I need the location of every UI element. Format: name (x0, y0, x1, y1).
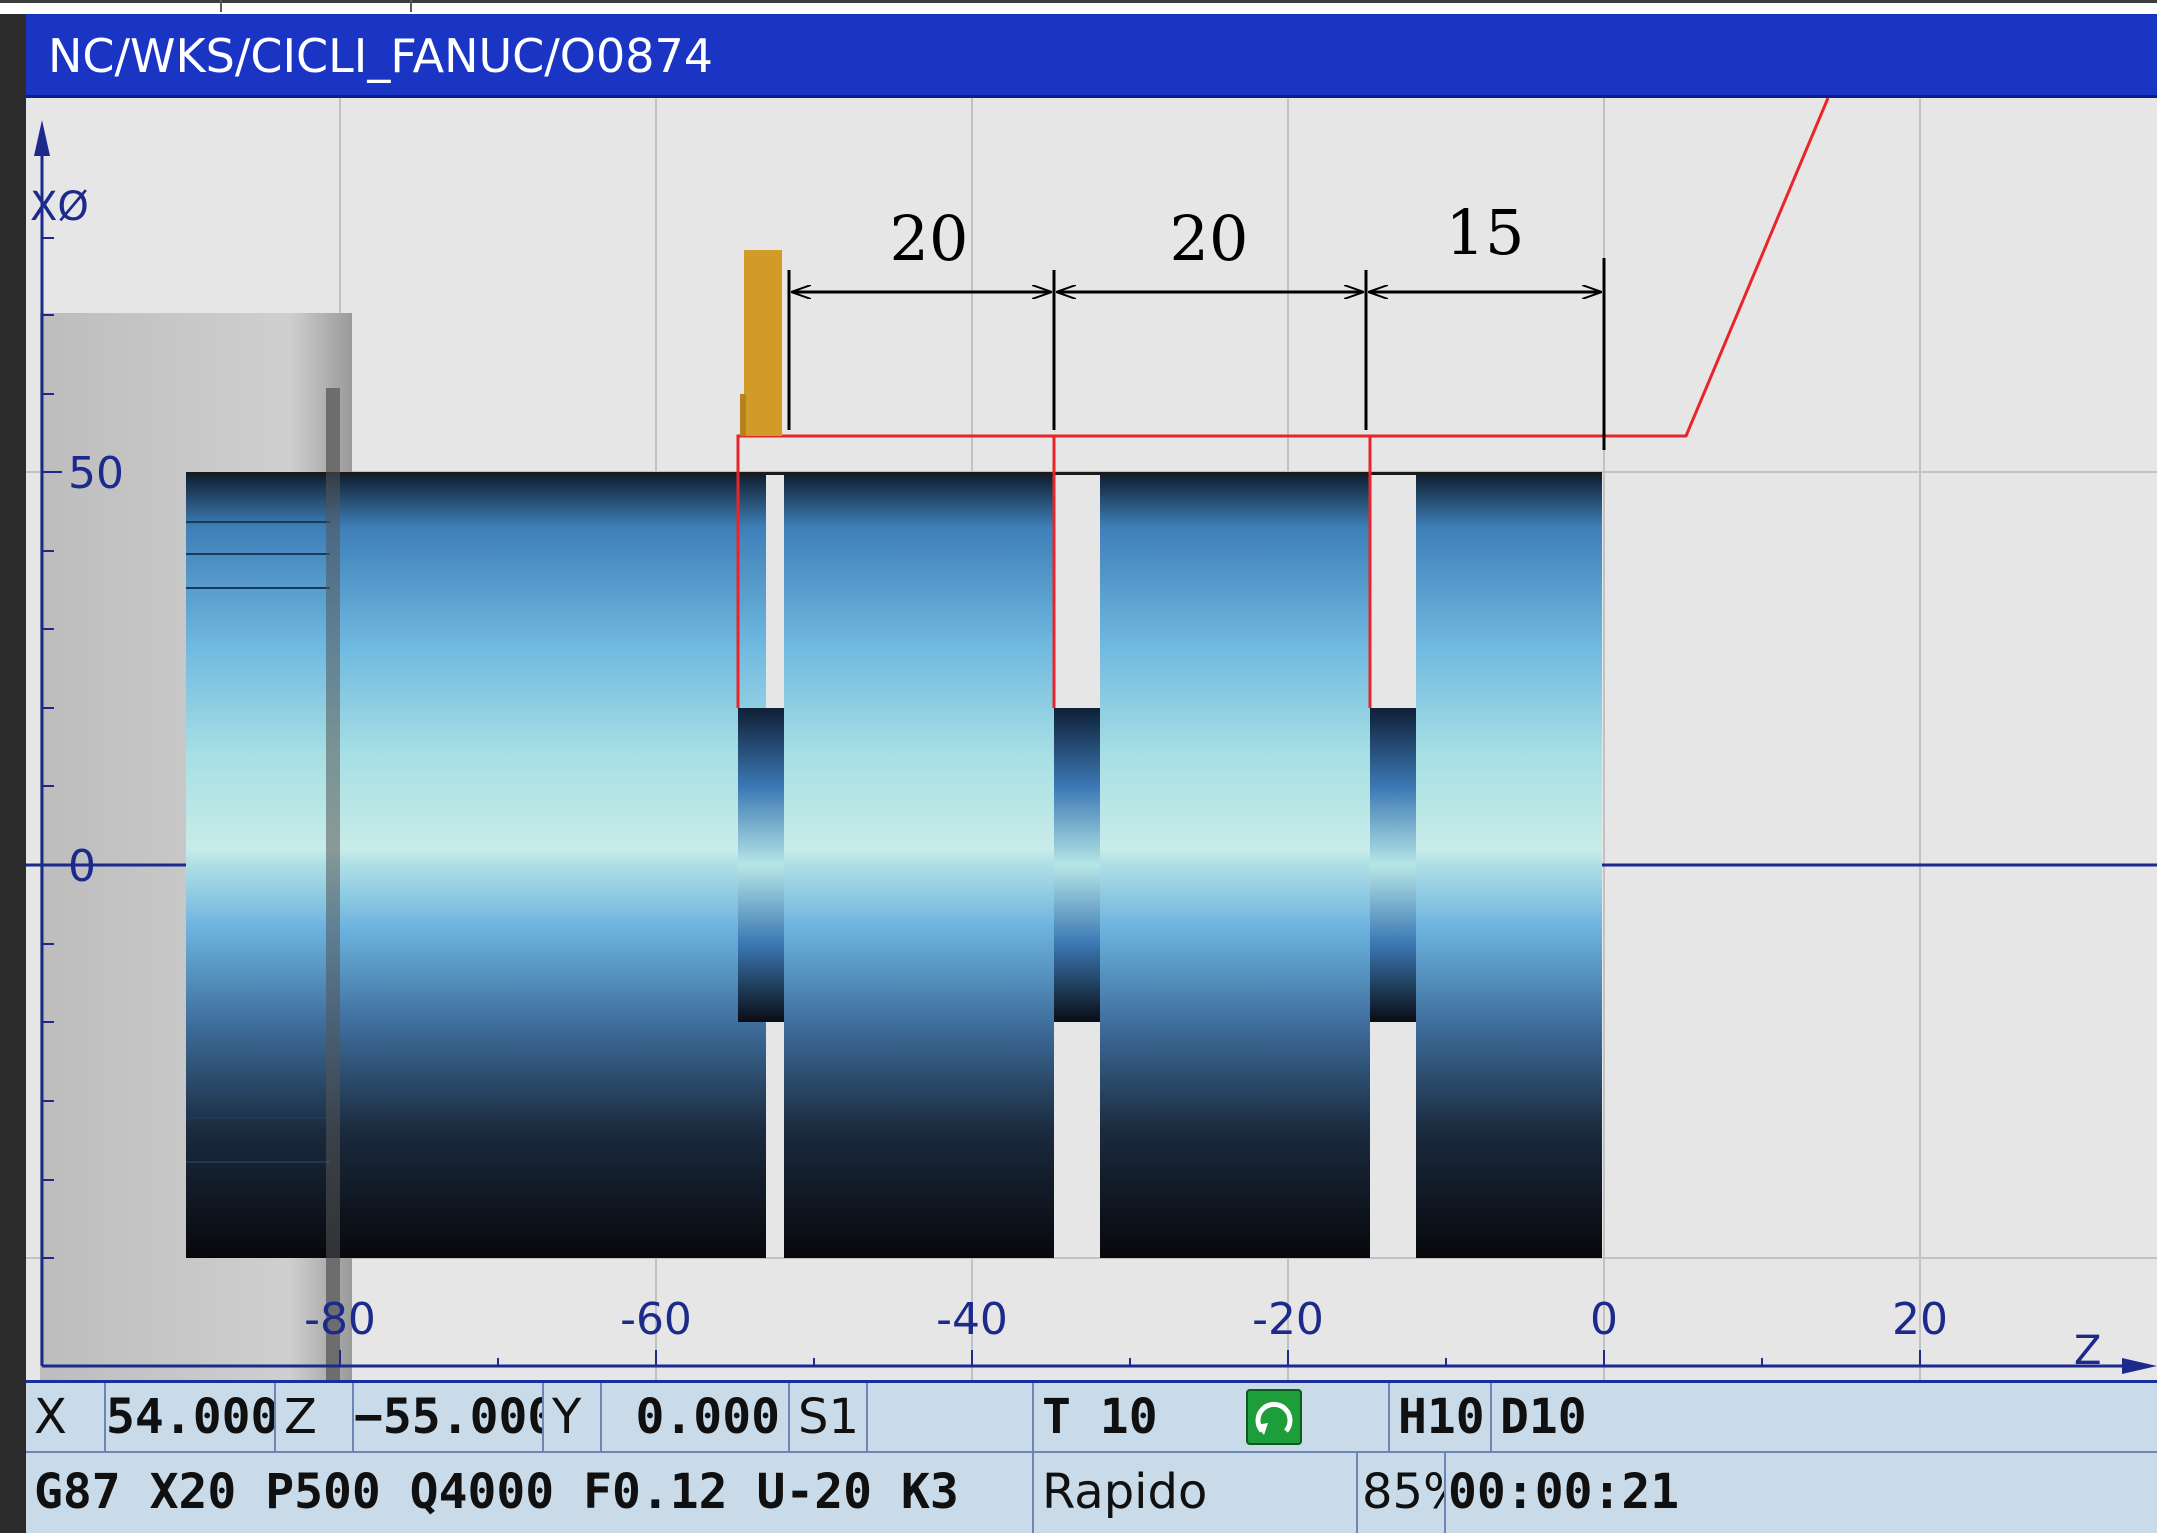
simulation-view[interactable]: XØ Z 50 0 -80 -60 -40 -20 0 20 20 20 15 (26, 98, 2157, 1380)
z-axis-arrow-icon (2122, 1358, 2157, 1374)
part-segment (1416, 472, 1602, 1258)
groove-core (738, 708, 784, 1022)
groove-core (1054, 708, 1100, 1022)
turning-simulation-graphic: XØ Z 50 0 -80 -60 -40 -20 0 20 20 20 15 (26, 98, 2157, 1380)
part-segment (1100, 472, 1370, 1258)
spindle-label: S1 (790, 1383, 868, 1453)
motion-mode: Rapido (1034, 1453, 1358, 1533)
run-time: 00:00:21 (1448, 1464, 1680, 1520)
x-axis-name: X (26, 1383, 106, 1453)
z-tick-label: 0 (1590, 1294, 1618, 1345)
feed-override: 85% (1358, 1453, 1446, 1533)
chuck-face-shadow (326, 388, 340, 1380)
grooving-tool-icon (744, 250, 782, 436)
x-position-value: 54.000 (106, 1383, 276, 1453)
program-path-title: NC/WKS/CICLI_FANUC/O0874 (48, 29, 714, 83)
x-axis-arrow-icon (34, 120, 50, 156)
spindle-rotation-icon (1246, 1389, 1302, 1445)
z-tick-label: -20 (1252, 1294, 1324, 1345)
groove-core (1370, 708, 1416, 1022)
x-tick-label: 0 (68, 841, 96, 892)
z-tick-label: -60 (620, 1294, 692, 1345)
dimension-label: 15 (1446, 196, 1525, 269)
dimensions (787, 258, 1606, 450)
grooving-tool (740, 250, 782, 436)
z-tick-label: 20 (1892, 1294, 1948, 1345)
window-left-border (0, 14, 26, 1533)
window-top-strip (0, 0, 2157, 14)
hidden-tab (220, 0, 412, 12)
z-axis-name: Z (276, 1383, 354, 1453)
spindle-status (868, 1383, 1034, 1453)
active-nc-block: G87 X20 P500 Q4000 F0.12 U-20 K3 (26, 1453, 1034, 1533)
dimension-label: 20 (1170, 202, 1249, 275)
part-segment (784, 472, 1054, 1258)
x-tick-label: 50 (68, 448, 124, 499)
y-axis-name: Y (544, 1383, 602, 1453)
x-axis-label: XØ (30, 184, 89, 230)
z-axis-label: Z (2074, 1328, 2101, 1374)
dimension-label: 20 (890, 202, 969, 275)
part-segment (186, 472, 766, 1258)
status-panel: X 54.000 Z −55.000 Y 0.000 S1 T 10 H10 D… (26, 1380, 2157, 1533)
title-bar: NC/WKS/CICLI_FANUC/O0874 (26, 14, 2157, 98)
y-position-value: 0.000 (602, 1383, 790, 1453)
d-offset: D10 (1492, 1383, 2157, 1453)
hidden-tab (0, 0, 222, 12)
z-tick-label: -80 (304, 1294, 376, 1345)
z-position-value: −55.000 (354, 1383, 544, 1453)
z-tick-label: -40 (936, 1294, 1008, 1345)
tool-number: T 10 (1034, 1383, 1390, 1453)
part-top-edge (186, 472, 1602, 475)
workpiece (186, 388, 1602, 1380)
h-offset: H10 (1390, 1383, 1492, 1453)
